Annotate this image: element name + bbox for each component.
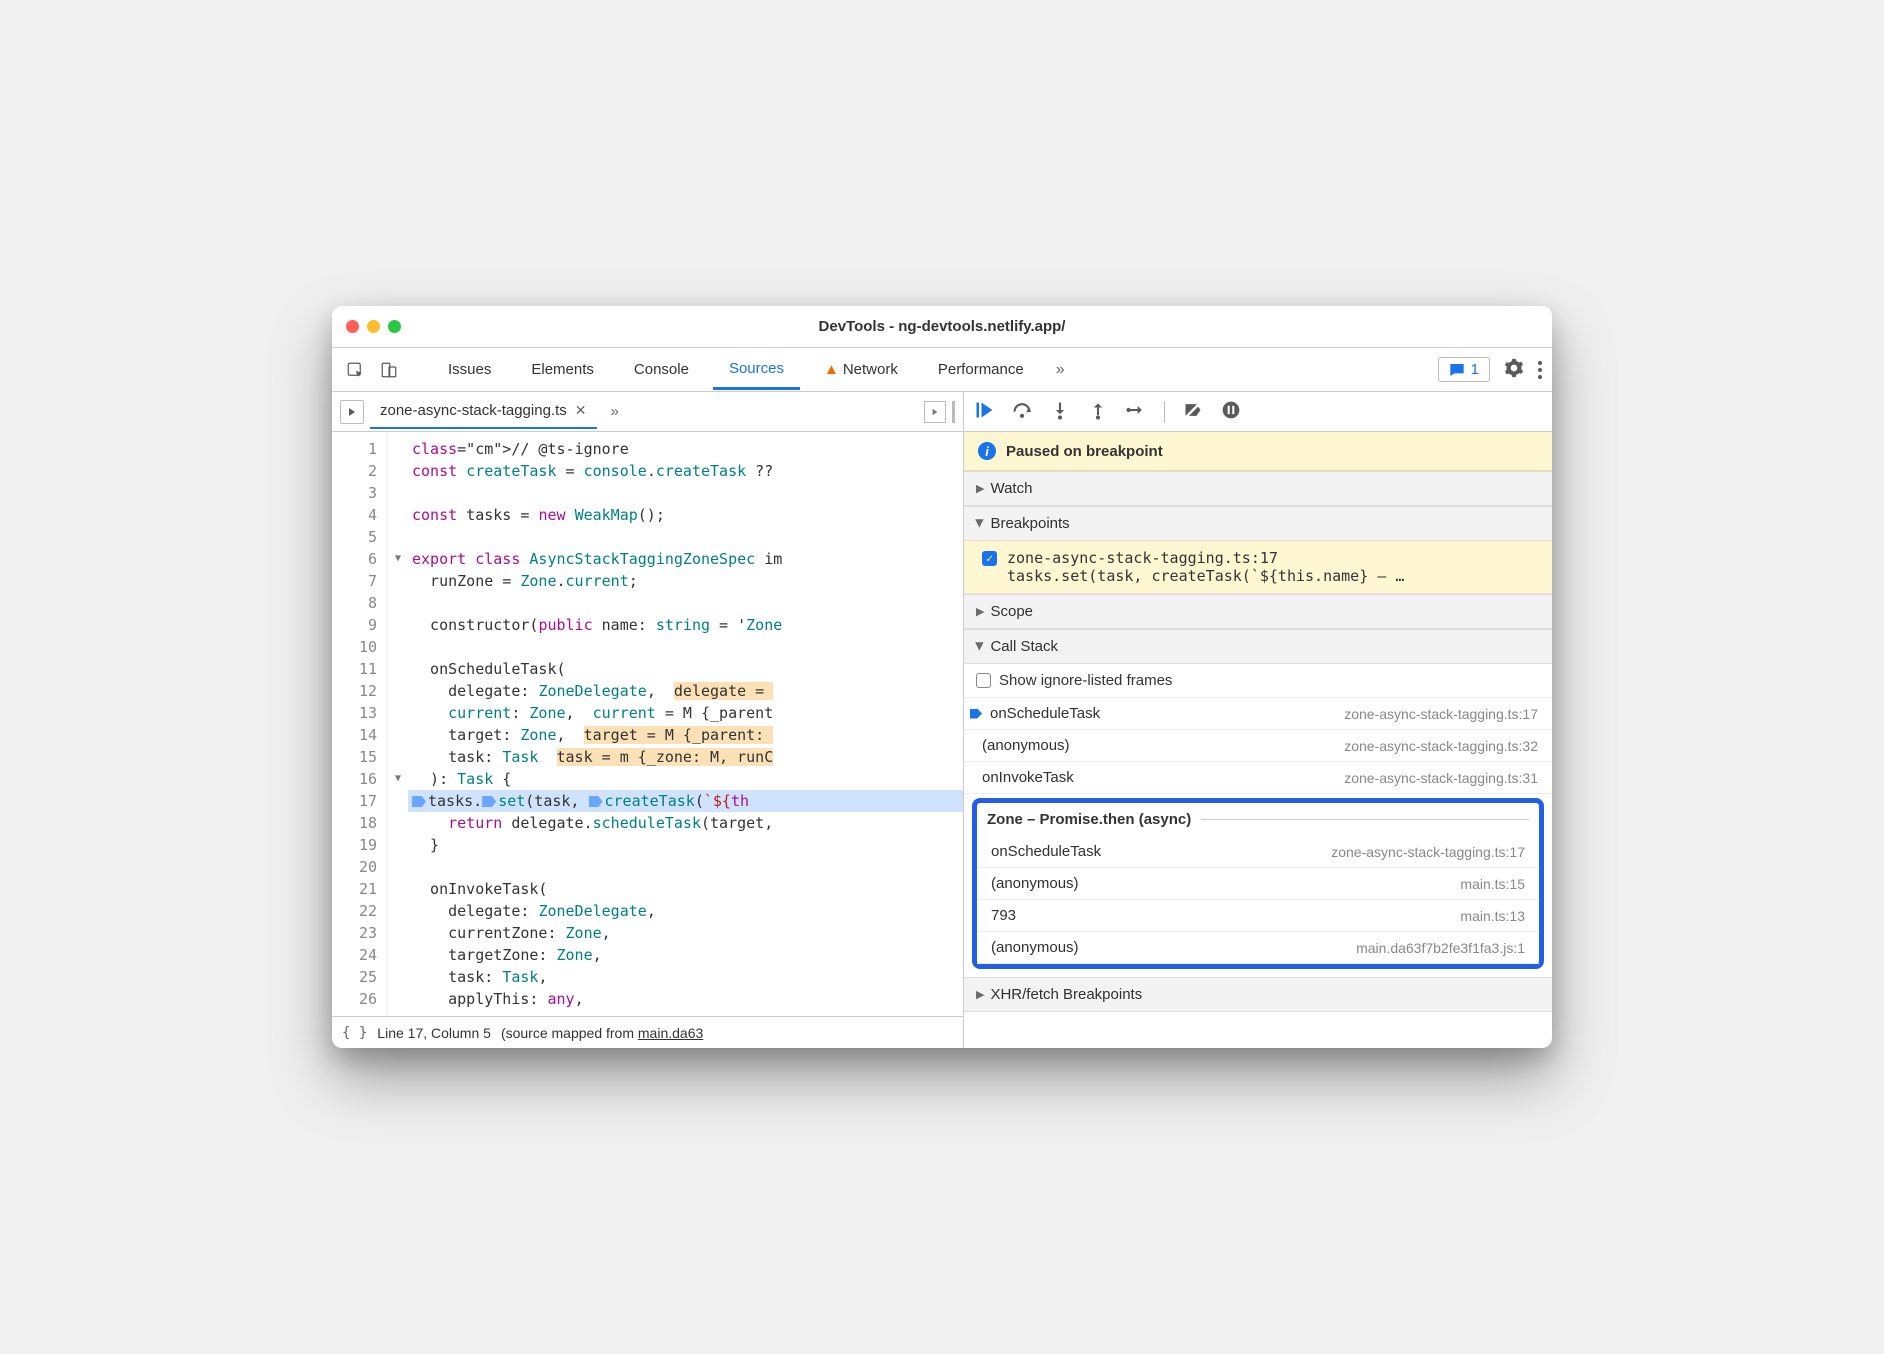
async-stack-group: Zone – Promise.then (async) onScheduleTa…	[972, 798, 1544, 969]
step-over-icon[interactable]	[1012, 400, 1032, 424]
messages-count: 1	[1471, 361, 1479, 378]
stack-frame[interactable]: onInvokeTaskzone-async-stack-tagging.ts:…	[964, 762, 1552, 794]
breakpoints-section-header[interactable]: ▶Breakpoints	[964, 506, 1552, 541]
breakpoint-checkbox[interactable]: ✓	[982, 551, 997, 566]
xhr-breakpoints-header[interactable]: ▶XHR/fetch Breakpoints	[964, 977, 1552, 1012]
minimize-window-icon[interactable]	[367, 320, 380, 333]
stack-frame[interactable]: onScheduleTaskzone-async-stack-tagging.t…	[964, 698, 1552, 730]
main-area: 1234567891011121314151617181920212223242…	[332, 432, 1552, 1048]
main-tabs: Issues Elements Console Sources ▲Network…	[332, 348, 1552, 392]
separator	[1164, 401, 1165, 423]
close-icon[interactable]: ✕	[575, 402, 587, 419]
show-ignored-toggle[interactable]: Show ignore-listed frames	[964, 664, 1552, 698]
checkbox-icon[interactable]	[976, 673, 991, 688]
cursor-position: Line 17, Column 5	[377, 1025, 491, 1041]
source-map-info: (source mapped from main.da63	[501, 1025, 703, 1041]
source-editor[interactable]: 1234567891011121314151617181920212223242…	[332, 432, 964, 1048]
source-map-link[interactable]: main.da63	[638, 1025, 703, 1041]
info-icon: i	[978, 442, 996, 460]
window-controls	[346, 320, 401, 333]
inspect-element-icon[interactable]	[342, 357, 368, 383]
pane-toggle-icon[interactable]	[924, 401, 946, 423]
step-out-icon[interactable]	[1088, 400, 1108, 424]
line-numbers: 1234567891011121314151617181920212223242…	[332, 432, 388, 1016]
stack-frame[interactable]: 793main.ts:13	[977, 900, 1539, 932]
zoom-window-icon[interactable]	[388, 320, 401, 333]
stack-frame[interactable]: (anonymous)zone-async-stack-tagging.ts:3…	[964, 730, 1552, 762]
tab-console[interactable]: Console	[618, 351, 705, 388]
tab-network[interactable]: ▲Network	[808, 351, 914, 388]
paused-message: Paused on breakpoint	[1006, 443, 1163, 460]
messages-badge[interactable]: 1	[1438, 357, 1490, 382]
tab-performance[interactable]: Performance	[922, 351, 1040, 388]
step-icon[interactable]	[1126, 400, 1146, 424]
paused-banner: i Paused on breakpoint	[964, 432, 1552, 471]
warning-icon: ▲	[824, 361, 839, 378]
callstack-section-header[interactable]: ▶Call Stack	[964, 629, 1552, 664]
debugger-sidebar: i Paused on breakpoint ▶Watch ▶Breakpoin…	[964, 432, 1552, 1048]
watch-section-header[interactable]: ▶Watch	[964, 471, 1552, 506]
editor-statusbar: { } Line 17, Column 5 (source mapped fro…	[332, 1016, 963, 1048]
titlebar: DevTools - ng-devtools.netlify.app/	[332, 306, 1552, 348]
close-window-icon[interactable]	[346, 320, 359, 333]
code-area[interactable]: class="cm">// @ts-ignoreconst createTask…	[408, 432, 963, 1016]
pause-exceptions-icon[interactable]	[1221, 400, 1241, 424]
file-tab[interactable]: zone-async-stack-tagging.ts ✕	[370, 394, 597, 429]
more-tabs-icon[interactable]: »	[1048, 361, 1073, 379]
devtools-window: DevTools - ng-devtools.netlify.app/ Issu…	[332, 306, 1552, 1048]
sources-toolbar: zone-async-stack-tagging.ts ✕ »	[332, 392, 1552, 432]
scope-section-header[interactable]: ▶Scope	[964, 594, 1552, 629]
breakpoint-item[interactable]: ✓ zone-async-stack-tagging.ts:17 tasks.s…	[964, 541, 1552, 594]
divider	[952, 401, 955, 423]
stack-frame[interactable]: (anonymous)main.ts:15	[977, 868, 1539, 900]
resume-icon[interactable]	[974, 400, 994, 424]
tab-elements[interactable]: Elements	[515, 351, 610, 388]
stack-frame[interactable]: (anonymous)main.da63f7b2fe3f1fa3.js:1	[977, 932, 1539, 964]
file-tab-label: zone-async-stack-tagging.ts	[380, 402, 567, 419]
more-files-icon[interactable]: »	[603, 403, 627, 420]
settings-icon[interactable]	[1504, 358, 1524, 382]
window-title: DevTools - ng-devtools.netlify.app/	[332, 318, 1552, 335]
device-toolbar-icon[interactable]	[376, 357, 402, 383]
navigator-toggle-icon[interactable]	[340, 400, 364, 424]
current-frame-icon	[970, 709, 982, 719]
breakpoint-file: zone-async-stack-tagging.ts:17	[1007, 549, 1278, 567]
stack-frame[interactable]: onScheduleTaskzone-async-stack-tagging.t…	[977, 836, 1539, 868]
breakpoint-code: tasks.set(task, createTask(`${this.name}…	[982, 567, 1542, 585]
pretty-print-icon[interactable]: { }	[342, 1025, 367, 1041]
deactivate-breakpoints-icon[interactable]	[1183, 400, 1203, 424]
tab-issues[interactable]: Issues	[432, 351, 507, 388]
more-menu-icon[interactable]	[1538, 361, 1542, 379]
step-into-icon[interactable]	[1050, 400, 1070, 424]
tab-sources[interactable]: Sources	[713, 350, 800, 390]
call-stack-list: onScheduleTaskzone-async-stack-tagging.t…	[964, 698, 1552, 794]
async-label: Zone – Promise.then (async)	[977, 803, 1539, 836]
fold-column: ▼▼	[388, 432, 408, 1016]
